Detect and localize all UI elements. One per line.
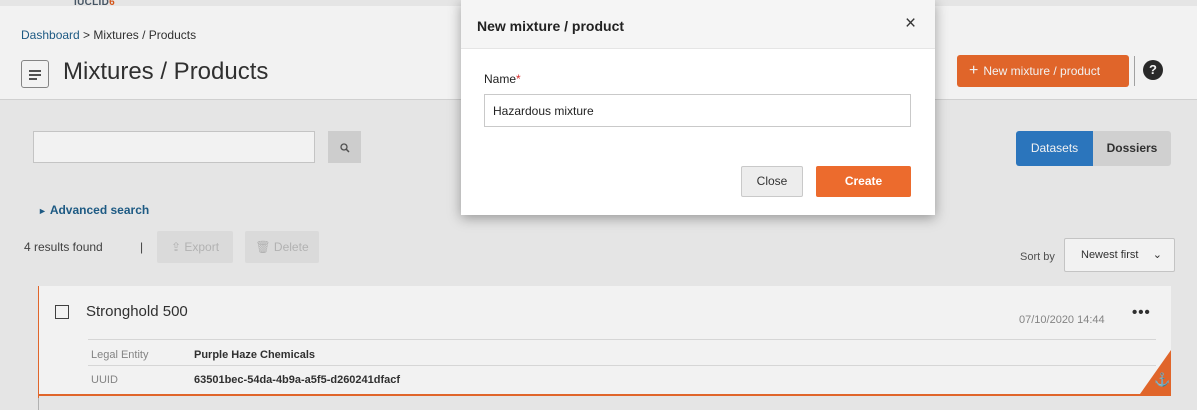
new-mixture-dialog: New mixture / product × Name* Close Crea… xyxy=(461,0,935,215)
name-field-label: Name* xyxy=(484,72,521,86)
name-label-text: Name xyxy=(484,72,517,86)
required-marker: * xyxy=(516,72,521,86)
name-input[interactable] xyxy=(484,94,911,127)
create-button[interactable]: Create xyxy=(816,166,911,197)
dialog-header: New mixture / product × xyxy=(461,0,935,49)
close-icon[interactable]: × xyxy=(905,14,916,34)
dialog-title: New mixture / product xyxy=(477,18,625,34)
close-button[interactable]: Close xyxy=(741,166,803,197)
